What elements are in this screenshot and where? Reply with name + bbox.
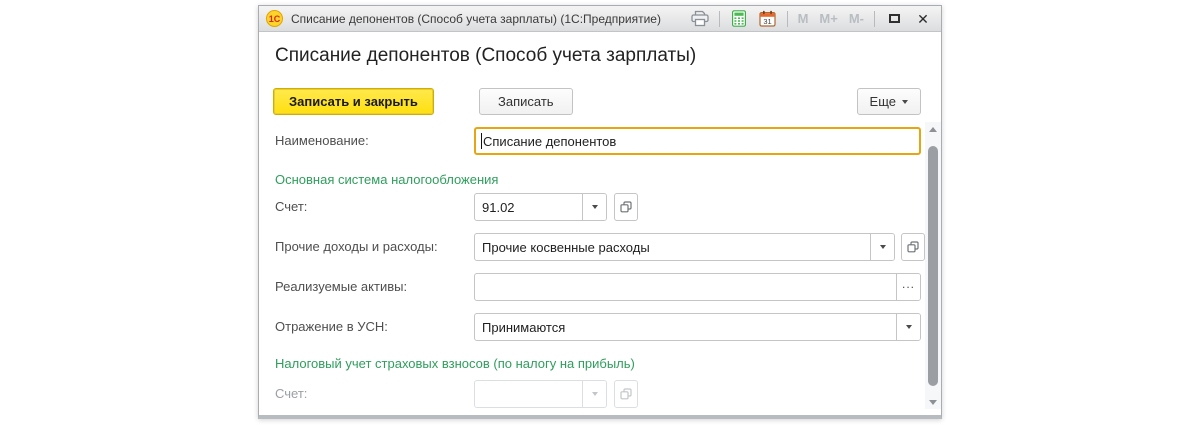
titlebar-buttons: 31 M M+ M- ✕ <box>688 8 935 30</box>
ellipsis-icon: ... <box>901 277 915 291</box>
open-form-icon <box>620 201 632 213</box>
more-button-label: Еще <box>869 94 896 109</box>
account-label: Счет: <box>275 199 308 214</box>
section-main-tax-system: Основная система налогообложения <box>275 172 499 187</box>
1c-logo-icon: 1С <box>266 10 283 27</box>
titlebar[interactable]: 1С Списание депонентов (Способ учета зар… <box>259 6 941 32</box>
vertical-scrollbar[interactable] <box>925 122 941 409</box>
section-insurance-tax: Налоговый учет страховых взносов (по нал… <box>275 356 635 371</box>
memory-plus-button[interactable]: M+ <box>816 8 840 30</box>
close-button[interactable]: ✕ <box>911 8 935 30</box>
usn-dropdown-button[interactable] <box>896 314 920 340</box>
usn-field[interactable]: Принимаются <box>474 313 921 341</box>
scrollbar-thumb[interactable] <box>928 146 938 386</box>
account-field[interactable]: 91.02 <box>474 193 607 221</box>
name-label: Наименование: <box>275 133 369 148</box>
maximize-button[interactable] <box>882 8 906 30</box>
chevron-down-icon <box>591 205 598 209</box>
calculator-icon <box>731 10 746 27</box>
assets-field[interactable]: ... <box>474 273 921 301</box>
usn-label: Отражение в УСН: <box>275 319 388 334</box>
usn-value[interactable]: Принимаются <box>475 314 896 340</box>
memory-button[interactable]: M <box>795 8 812 30</box>
printer-icon <box>690 10 709 27</box>
name-input[interactable]: Списание депонентов <box>474 127 921 155</box>
assets-label: Реализуемые активы: <box>275 279 408 294</box>
arrow-down-icon <box>929 399 937 405</box>
separator <box>874 10 875 27</box>
save-and-close-button[interactable]: Записать и закрыть <box>273 88 434 115</box>
tax-account-label: Счет: <box>275 386 308 401</box>
text-caret <box>481 133 482 149</box>
open-form-icon <box>620 388 632 400</box>
maximize-icon <box>888 14 900 23</box>
save-button[interactable]: Записать <box>479 88 573 115</box>
tax-account-value <box>475 381 582 407</box>
separator <box>786 10 788 27</box>
close-icon: ✕ <box>917 10 929 27</box>
chevron-down-icon <box>879 245 886 249</box>
arrow-up-icon <box>929 126 937 132</box>
chevron-down-icon <box>905 325 912 329</box>
window-title: Списание депонентов (Способ учета зарпла… <box>291 11 661 26</box>
page-title: Списание депонентов (Способ учета зарпла… <box>275 45 697 66</box>
name-value: Списание депонентов <box>483 133 617 149</box>
assets-ellipsis-button[interactable]: ... <box>896 274 920 300</box>
account-dropdown-button[interactable] <box>582 194 606 220</box>
calculator-button[interactable] <box>727 8 751 30</box>
chevron-down-icon <box>591 392 598 396</box>
other-income-value[interactable]: Прочие косвенные расходы <box>475 234 870 260</box>
other-income-field[interactable]: Прочие косвенные расходы <box>474 233 895 261</box>
scroll-up-button[interactable] <box>925 122 941 136</box>
account-value[interactable]: 91.02 <box>475 194 582 220</box>
tax-account-field <box>474 380 607 408</box>
tax-account-dropdown-button <box>582 381 606 407</box>
print-button[interactable] <box>688 8 712 30</box>
screen: 1С Списание депонентов (Способ учета зар… <box>0 0 1200 428</box>
assets-value[interactable] <box>475 274 896 300</box>
calendar-button[interactable]: 31 <box>756 8 780 30</box>
tax-account-open-button <box>614 380 638 408</box>
open-form-icon <box>907 241 919 253</box>
other-income-label: Прочие доходы и расходы: <box>275 239 438 254</box>
chevron-down-icon <box>902 99 908 104</box>
memory-minus-button[interactable]: M- <box>846 8 867 30</box>
app-window: 1С Списание депонентов (Способ учета зар… <box>258 5 942 419</box>
more-button[interactable]: Еще <box>856 88 921 115</box>
scroll-down-button[interactable] <box>925 395 941 409</box>
calendar-icon: 31 <box>759 10 776 27</box>
other-income-open-button[interactable] <box>901 233 925 261</box>
form-body: Списание депонентов (Способ учета зарпла… <box>259 32 941 415</box>
separator <box>718 10 720 27</box>
account-open-button[interactable] <box>614 193 638 221</box>
svg-text:31: 31 <box>763 17 771 26</box>
other-income-dropdown-button[interactable] <box>870 234 894 260</box>
